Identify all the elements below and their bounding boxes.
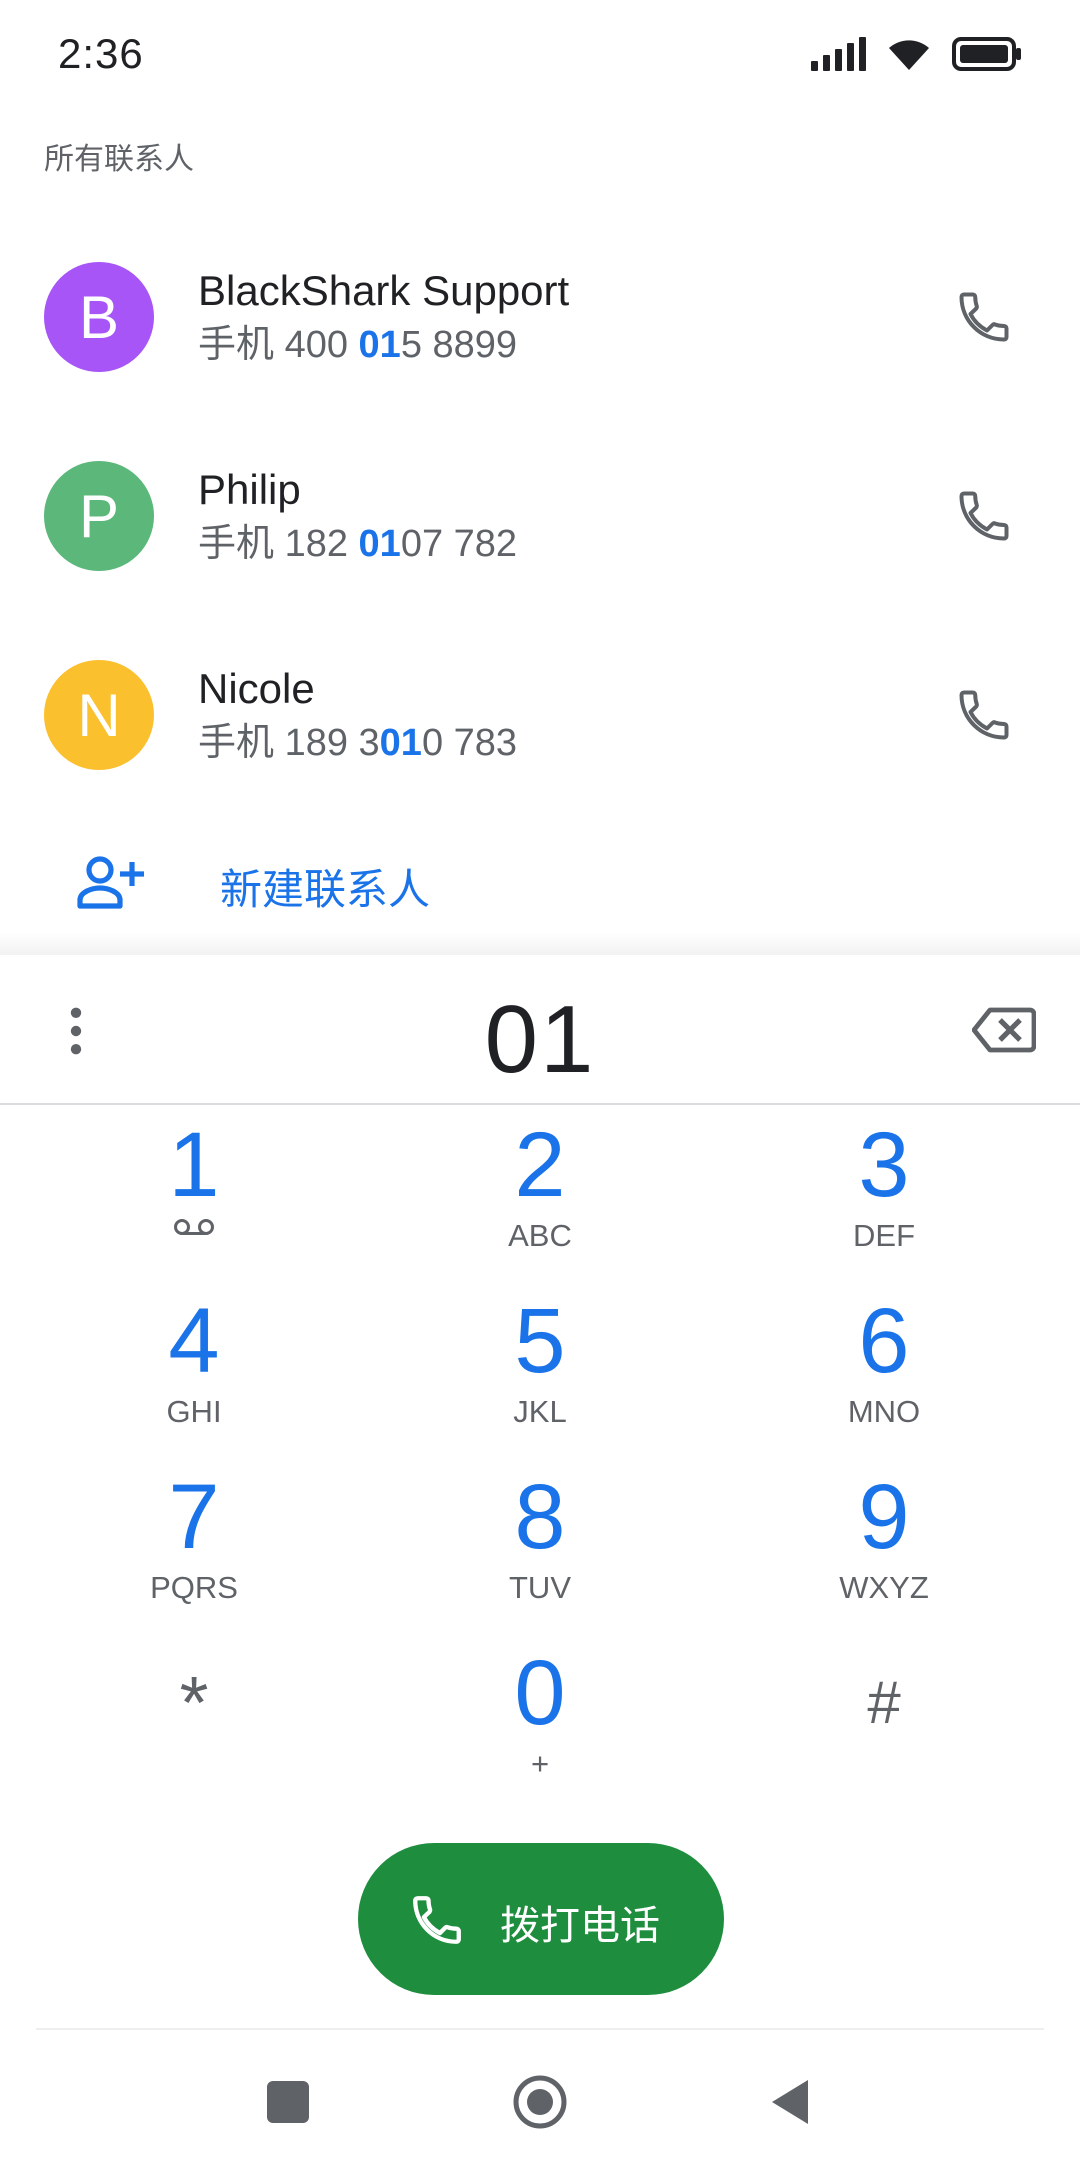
call-button-label: 拨打电话	[500, 1904, 660, 1948]
key-symbol: #	[867, 1669, 901, 1736]
section-title: 所有联系人	[44, 143, 194, 176]
key-5[interactable]: 5 JKL	[440, 1291, 640, 1441]
navigation-bar	[0, 2030, 1080, 2160]
key-letters: JKL	[513, 1394, 567, 1429]
contact-number: 手机 189 3010 783	[198, 717, 517, 769]
contact-number: 手机 400 015 8899	[198, 319, 569, 371]
key-8[interactable]: 8 TUV	[440, 1467, 640, 1617]
key-letters: MNO	[847, 1394, 921, 1429]
key-letters: DEF	[853, 1218, 915, 1253]
key-7[interactable]: 7 PQRS	[94, 1467, 294, 1617]
signal-icon	[811, 37, 866, 71]
key-star[interactable]: *	[94, 1643, 294, 1793]
key-0[interactable]: 0 +	[440, 1643, 640, 1793]
key-letters: TUV	[509, 1570, 571, 1605]
key-hash[interactable]: #	[784, 1643, 984, 1793]
contact-name: Philip	[198, 466, 301, 513]
key-digit: 0	[514, 1642, 566, 1744]
status-time: 2:36	[58, 30, 144, 77]
key-digit: 5	[514, 1290, 566, 1392]
contact-row[interactable]: P Philip 手机 182 0107 782	[0, 416, 1080, 616]
phone-icon	[413, 1896, 461, 1944]
phone-icon[interactable]	[954, 287, 1014, 347]
phone-icon[interactable]	[954, 685, 1014, 745]
key-4[interactable]: 4 GHI	[94, 1291, 294, 1441]
key-9[interactable]: 9 WXYZ	[784, 1467, 984, 1617]
key-6[interactable]: 6 MNO	[784, 1291, 984, 1441]
key-digit: 8	[514, 1466, 566, 1568]
phone-icon[interactable]	[954, 486, 1014, 546]
contact-info: BlackShark Support 手机 400 015 8899	[198, 263, 569, 371]
number-match: 01	[358, 324, 401, 366]
key-digit: 2	[514, 1114, 566, 1216]
contact-row[interactable]: B BlackShark Support 手机 400 015 8899	[0, 217, 1080, 417]
contact-number: 手机 182 0107 782	[198, 518, 517, 570]
key-digit: 4	[168, 1290, 220, 1392]
avatar: P	[44, 461, 154, 571]
key-letters: GHI	[166, 1394, 222, 1429]
key-symbol: *	[179, 1661, 209, 1744]
recents-icon[interactable]	[258, 2072, 318, 2132]
key-1[interactable]: 1	[94, 1115, 294, 1265]
number-type: 手机	[198, 722, 275, 764]
status-bar: 2:36	[0, 0, 1080, 112]
number-part: 189 3	[284, 722, 380, 764]
dialer-screen: 2:36 所有联系人 B BlackShark Support 手机 400 0…	[0, 0, 1080, 2160]
number-part: 400	[284, 324, 359, 366]
contact-info: Nicole 手机 189 3010 783	[198, 661, 517, 769]
new-contact-label: 新建联系人	[220, 866, 431, 913]
more-options-icon[interactable]	[56, 1005, 96, 1057]
contact-name: Nicole	[198, 665, 315, 712]
key-2[interactable]: 2 ABC	[440, 1115, 640, 1265]
digits-row: 01	[0, 955, 1080, 1105]
number-match: 01	[358, 523, 401, 565]
key-letters: +	[530, 1746, 550, 1781]
avatar: B	[44, 262, 154, 372]
call-button[interactable]: 拨打电话	[358, 1843, 724, 1995]
key-letters: ABC	[508, 1218, 572, 1253]
key-letters: WXYZ	[839, 1570, 929, 1605]
battery-icon	[952, 37, 1021, 71]
number-part: 5 8899	[400, 324, 518, 366]
number-part: 0 783	[421, 722, 518, 764]
number-type: 手机	[198, 324, 275, 366]
backspace-icon[interactable]	[972, 1005, 1036, 1055]
key-letters: PQRS	[150, 1570, 238, 1605]
key-digit: 3	[858, 1114, 910, 1216]
add-person-icon	[77, 856, 144, 909]
wifi-icon	[889, 40, 929, 70]
contact-row[interactable]: N Nicole 手机 189 3010 783	[0, 615, 1080, 815]
number-part: 182	[284, 523, 359, 565]
contact-info: Philip 手机 182 0107 782	[198, 462, 517, 570]
avatar: N	[44, 660, 154, 770]
contact-name: BlackShark Support	[198, 267, 570, 314]
home-icon[interactable]	[510, 2072, 570, 2132]
key-digit: 6	[858, 1290, 910, 1392]
key-digit: 1	[168, 1114, 220, 1216]
voicemail-icon	[174, 1219, 214, 1235]
number-part: 07 782	[400, 523, 518, 565]
back-icon[interactable]	[762, 2072, 822, 2132]
number-match: 01	[379, 722, 422, 764]
new-contact-button[interactable]: 新建联系人	[0, 830, 1080, 930]
status-icons	[811, 36, 1022, 72]
key-3[interactable]: 3 DEF	[784, 1115, 984, 1265]
key-digit: 9	[858, 1466, 910, 1568]
number-type: 手机	[198, 523, 275, 565]
key-digit: 7	[168, 1466, 220, 1568]
digits-input[interactable]: 01	[240, 985, 840, 1095]
